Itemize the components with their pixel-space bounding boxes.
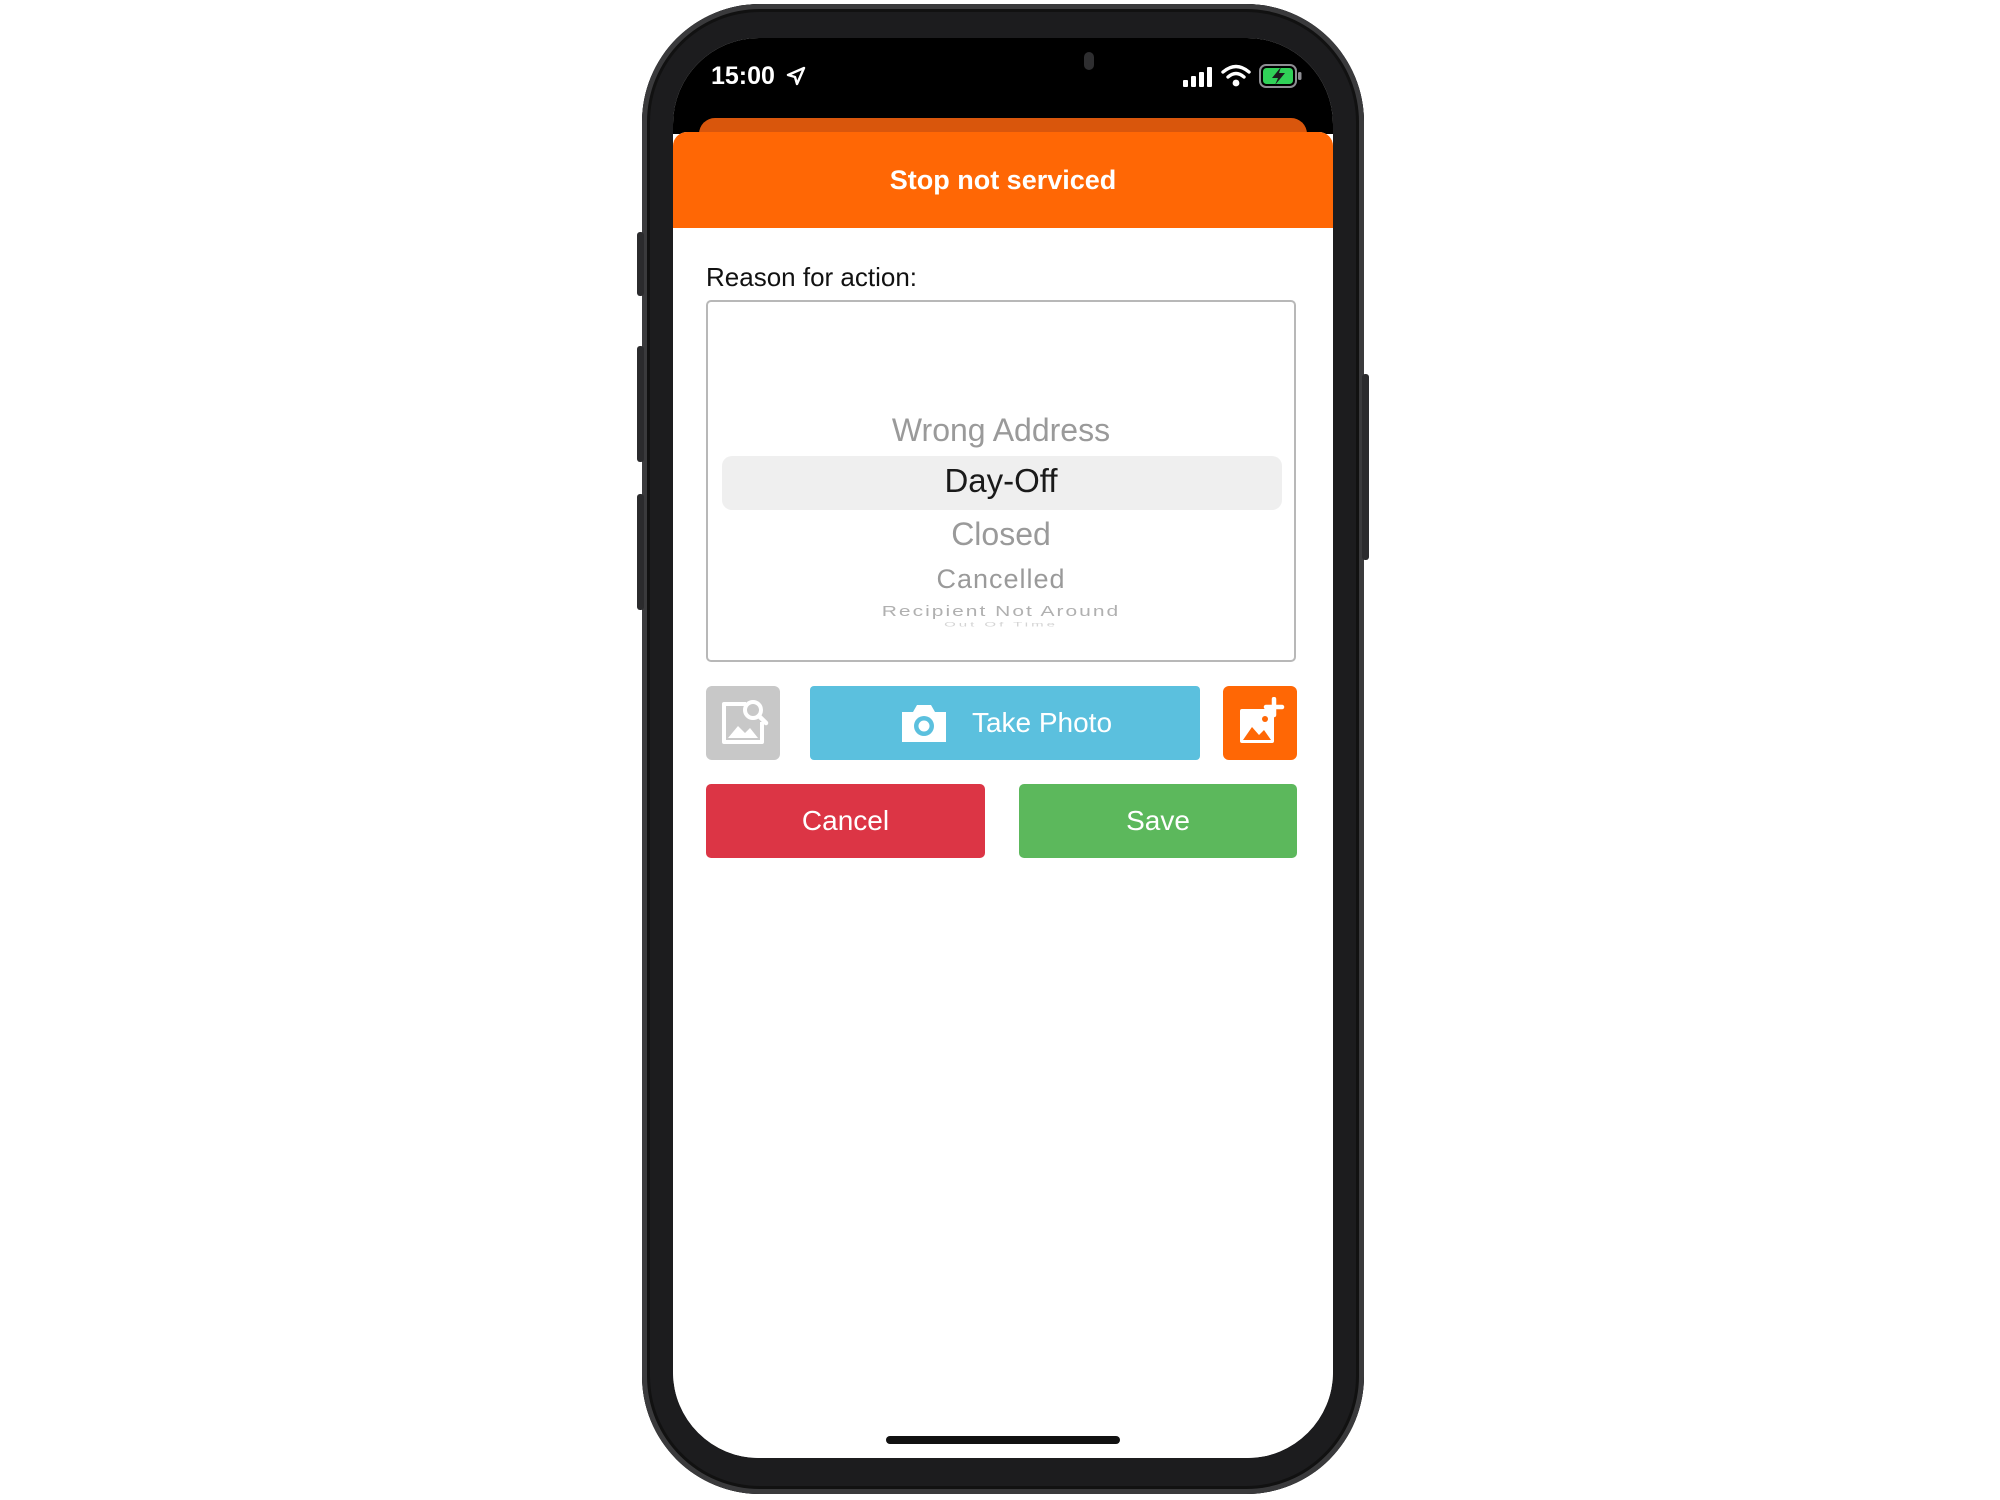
status-time: 15:00 xyxy=(711,62,775,90)
volume-down-button xyxy=(637,494,644,610)
location-arrow-icon xyxy=(786,66,806,86)
add-photo-button[interactable] xyxy=(1223,686,1297,760)
picker-option[interactable]: Closed xyxy=(708,516,1294,553)
signal-bars-icon xyxy=(1183,67,1212,87)
stop-not-serviced-dialog: Stop not serviced Reason for action: Wro… xyxy=(673,132,1333,1458)
front-camera xyxy=(1084,52,1094,70)
dialog-header: Stop not serviced xyxy=(673,132,1333,228)
camera-icon xyxy=(901,705,946,742)
dialog-title: Stop not serviced xyxy=(889,164,1117,195)
cancel-button[interactable]: Cancel xyxy=(706,784,985,858)
wifi-icon xyxy=(1221,64,1251,87)
home-indicator[interactable] xyxy=(886,1436,1120,1444)
picker-option[interactable]: Cancelled xyxy=(708,564,1294,595)
volume-up-button xyxy=(637,346,644,462)
take-photo-label: Take Photo xyxy=(971,707,1113,738)
power-button xyxy=(1362,374,1369,560)
picker-option[interactable]: Out Of Time xyxy=(708,621,1294,629)
battery-charging-icon xyxy=(1259,64,1302,88)
reason-label: Reason for action: xyxy=(706,262,918,292)
save-label: Save xyxy=(1126,805,1190,836)
picker-option[interactable]: Wrong Address xyxy=(708,412,1294,449)
take-photo-button[interactable]: Take Photo xyxy=(810,686,1200,760)
reason-picker[interactable]: Wrong Address Day-Off Closed Cancelled R… xyxy=(706,300,1296,662)
picker-option[interactable]: Recipient Not Around xyxy=(708,604,1294,621)
image-search-icon xyxy=(722,700,769,744)
action-button xyxy=(637,232,644,296)
picker-option-selected[interactable]: Day-Off xyxy=(708,462,1294,500)
cancel-label: Cancel xyxy=(801,805,890,836)
add-image-icon xyxy=(1240,697,1285,743)
view-photos-button[interactable] xyxy=(706,686,780,760)
save-button[interactable]: Save xyxy=(1019,784,1297,858)
phone-screen: 15:00 Stop not serviced Reason for actio… xyxy=(673,38,1333,1458)
